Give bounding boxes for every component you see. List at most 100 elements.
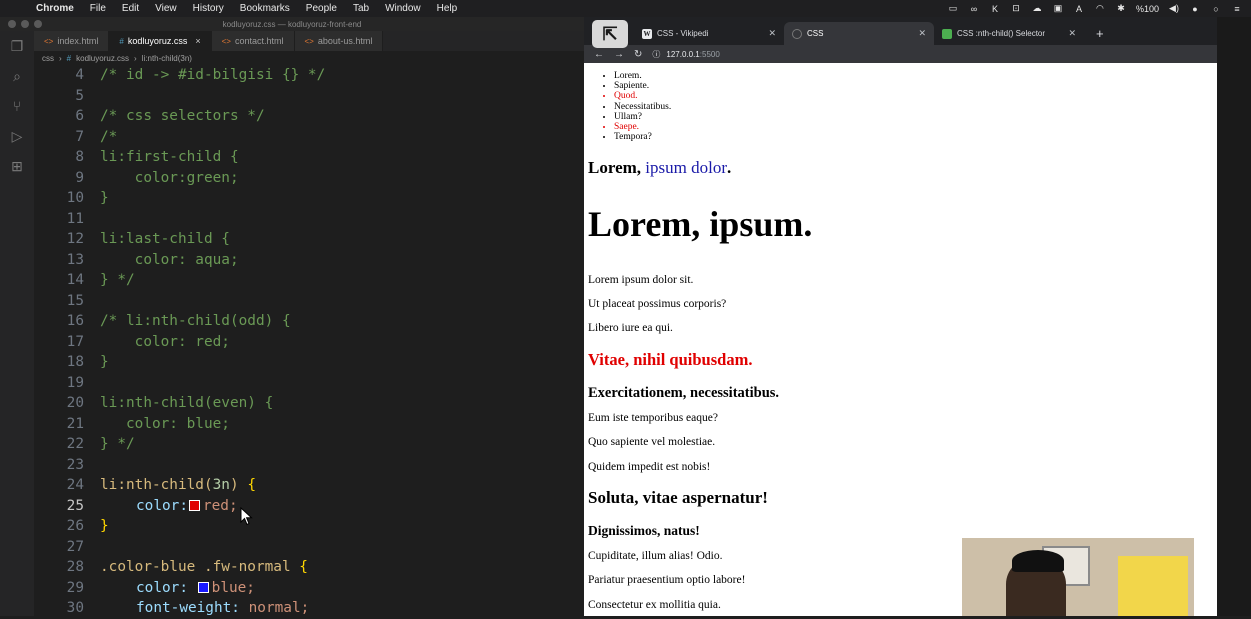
- code-text: li:last-child {: [100, 231, 230, 248]
- line-number: 13: [66, 251, 84, 268]
- line-number: 4: [75, 67, 84, 84]
- address-bar[interactable]: ⓘ 127.0.0.1:5500: [652, 49, 719, 60]
- volume-icon[interactable]: ◀︎): [1168, 3, 1180, 14]
- tab-css[interactable]: CSS ✕: [784, 22, 934, 45]
- list-item: Ullam?: [614, 112, 671, 122]
- list-item: Saepe.: [614, 122, 671, 132]
- close-tab-icon[interactable]: ✕: [1068, 28, 1076, 39]
- code-line: 15: [34, 291, 584, 312]
- display-icon[interactable]: ▣: [1052, 3, 1064, 14]
- breadcrumb-folder[interactable]: css: [42, 54, 54, 63]
- tab-nth-child-selector[interactable]: CSS :nth-child() Selector ✕: [934, 22, 1084, 45]
- code-line-current: 25 color: red;: [34, 496, 584, 517]
- close-tab-icon[interactable]: ✕: [918, 28, 926, 39]
- code-line: 29 color: blue;: [34, 578, 584, 599]
- line-number: 5: [75, 87, 84, 104]
- color-swatch-red[interactable]: [188, 500, 200, 512]
- chrome-tab-strip: ⇱ W CSS - Vikipedi ✕ CSS ✕ CSS :nth-chil…: [584, 17, 1217, 48]
- selector-text: .color-blue .fw-normal: [100, 559, 291, 576]
- tab-kodluyoruz-css[interactable]: # kodluyoruz.css ×: [109, 31, 212, 51]
- code-text: li:nth-child(3n) {: [100, 477, 256, 493]
- close-tab-icon[interactable]: ×: [195, 36, 200, 46]
- menu-window[interactable]: Window: [377, 3, 429, 14]
- menu-edit[interactable]: Edit: [114, 3, 147, 14]
- code-line: 6 /* css selectors */: [34, 106, 584, 127]
- tab-index-html[interactable]: <> index.html: [34, 31, 110, 51]
- run-debug-icon[interactable]: ▷: [0, 121, 34, 151]
- wifi-icon[interactable]: ◠: [1094, 3, 1106, 14]
- forward-arrow-icon[interactable]: →: [614, 49, 624, 60]
- paragraph: Consectetur ex mollitia quia.: [588, 599, 721, 611]
- search-icon[interactable]: ○: [1210, 4, 1222, 14]
- notification-icon[interactable]: ≡: [1231, 4, 1243, 14]
- value-text: red;: [202, 497, 238, 514]
- url-text: 127.0.0.1:5500: [666, 50, 719, 59]
- property-text: color:: [136, 579, 188, 596]
- code-line: 12 li:last-child {: [34, 229, 584, 250]
- brace: {: [247, 477, 256, 494]
- bluetooth-icon[interactable]: ✱: [1115, 3, 1127, 14]
- cloud-icon[interactable]: ☁: [1031, 3, 1043, 14]
- code-text: color:green;: [100, 169, 239, 186]
- color-swatch-blue[interactable]: [197, 582, 209, 594]
- code-line: 8 li:first-child {: [34, 147, 584, 168]
- picture-in-picture-icon[interactable]: ⇱: [592, 20, 628, 48]
- html-file-icon: <>: [221, 36, 231, 46]
- line-number: 26: [66, 518, 84, 535]
- record-icon[interactable]: ⊡: [1010, 3, 1022, 14]
- code-line: 22} */: [34, 434, 584, 455]
- explorer-icon[interactable]: ❐: [0, 31, 34, 61]
- code-editor[interactable]: 4 /* id -> #id-bilgisi {} */ 5 6 /* css se…: [34, 65, 584, 616]
- tab-about-us-html[interactable]: <> about-us.html: [294, 31, 384, 51]
- a-icon[interactable]: A: [1073, 4, 1085, 14]
- tab-contact-html[interactable]: <> contact.html: [211, 31, 295, 51]
- breadcrumb-symbol[interactable]: li:nth-child(3n): [142, 54, 192, 63]
- menu-help[interactable]: Help: [429, 3, 466, 14]
- source-control-icon[interactable]: ⑂: [0, 91, 34, 121]
- code-line: 10}: [34, 188, 584, 209]
- heading: Soluta, vitae aspernatur!: [588, 488, 768, 507]
- code-line: 28 .color-blue .fw-normal {: [34, 557, 584, 578]
- menu-tab[interactable]: Tab: [345, 3, 377, 14]
- reload-icon[interactable]: ↻: [634, 49, 642, 60]
- tab-title: CSS: [807, 29, 824, 38]
- screen-icon[interactable]: ▭: [947, 3, 959, 14]
- k-icon[interactable]: K: [989, 4, 1001, 14]
- new-tab-button[interactable]: +: [1084, 26, 1104, 45]
- breadcrumb-file[interactable]: kodluyoruz.css: [76, 54, 129, 63]
- close-tab-icon[interactable]: ✕: [768, 28, 776, 39]
- line-number: 24: [66, 477, 84, 494]
- code-line: 18}: [34, 352, 584, 373]
- line-number: 14: [66, 272, 84, 289]
- search-icon[interactable]: ⌕: [0, 61, 34, 91]
- code-line: 23: [34, 455, 584, 476]
- list-item: Tempora?: [614, 132, 671, 142]
- brace: {: [299, 559, 308, 576]
- tab-css-vikipedi[interactable]: W CSS - Vikipedi ✕: [634, 22, 784, 45]
- menu-file[interactable]: File: [82, 3, 114, 14]
- info-icon[interactable]: ⓘ: [652, 49, 660, 60]
- heading-text: Lorem,: [588, 158, 642, 177]
- css-file-icon: #: [66, 53, 72, 63]
- code-line: 17 color: red;: [34, 332, 584, 353]
- menu-people[interactable]: People: [298, 3, 345, 14]
- selector-text: ): [229, 477, 239, 494]
- w3schools-favicon: [942, 28, 952, 39]
- extensions-icon[interactable]: ⊞: [0, 151, 34, 181]
- user-icon[interactable]: ●: [1189, 4, 1201, 14]
- creative-cloud-icon[interactable]: ∞: [968, 4, 980, 14]
- heading: Exercitationem, necessitatibus.: [588, 385, 780, 401]
- line-number: 7: [75, 128, 84, 145]
- property-text: font-weight:: [136, 600, 240, 617]
- menu-view[interactable]: View: [147, 3, 185, 14]
- code-text: li:first-child {: [100, 149, 239, 166]
- menu-bookmarks[interactable]: Bookmarks: [232, 3, 298, 14]
- back-arrow-icon[interactable]: ←: [594, 49, 604, 60]
- line-number: 28: [66, 559, 84, 576]
- menu-history[interactable]: History: [185, 3, 232, 14]
- line-number: 12: [66, 231, 84, 248]
- battery-percent[interactable]: %100: [1136, 4, 1159, 14]
- line-number: 25: [66, 497, 84, 514]
- menu-app-chrome[interactable]: Chrome: [28, 3, 82, 14]
- line-number: 27: [66, 538, 84, 555]
